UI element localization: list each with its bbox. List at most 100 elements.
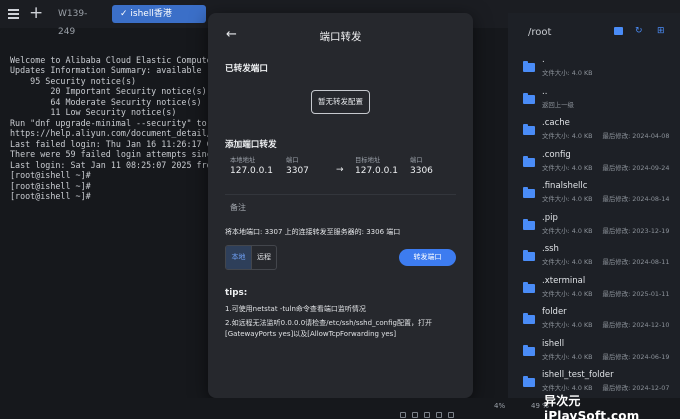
port-forward-dialog: ← 端口转发 已转发端口 暂无转发配置 添加端口转发 本地地址 127.0.0.… <box>208 13 473 398</box>
file-size-prefix: 文件大小: <box>542 163 572 172</box>
forward-summary: 将本地端口: 3307 上的连接转发至服务器的: 3306 端口 <box>225 228 401 236</box>
empty-forwards-button[interactable]: 暂无转发配置 <box>311 90 370 114</box>
file-list-item[interactable]: .finalshellc 文件大小: 4.0 KB 最后修改: 2024-08-14 <box>508 179 680 210</box>
cpu-usage: 4% <box>494 402 506 410</box>
folder-icon <box>523 218 535 230</box>
status-icon[interactable] <box>424 412 430 418</box>
status-icon[interactable] <box>448 412 454 418</box>
add-forward-heading: 添加端口转发 <box>225 140 277 150</box>
status-icons <box>400 403 490 418</box>
file-size-prefix: 文件大小: <box>542 226 572 235</box>
local-port-input[interactable]: 3307 <box>286 166 309 176</box>
file-size: 4.0 KB <box>571 352 593 361</box>
file-modified: 最后修改: 2025-01-11 <box>602 289 670 298</box>
file-meta: 文件大小: 4.0 KB 最后修改: 2024-08-14 <box>542 194 669 203</box>
file-list-item[interactable]: .cache 文件大小: 4.0 KB 最后修改: 2024-04-08 <box>508 116 680 147</box>
file-name: .pip <box>542 212 558 223</box>
file-size-prefix: 文件大小: <box>542 258 572 266</box>
file-list-item[interactable]: folder 文件大小: 4.0 KB 最后修改: 2024-12-10 <box>508 305 680 336</box>
file-size: 4.0 KB <box>571 226 593 235</box>
mode-toggle: 本地 远程 <box>225 245 277 270</box>
file-list-item[interactable]: . 文件大小: 4.0 KB <box>508 53 680 84</box>
folder-icon <box>523 92 535 104</box>
file-size: 返回上一级 <box>542 100 574 109</box>
file-modified: 最后修改: 2024-09-24 <box>602 163 670 172</box>
file-meta: 文件大小: 4.0 KB 最后修改: 2024-12-07 <box>542 383 669 392</box>
file-size-prefix: 文件大小: <box>542 384 572 392</box>
arrow-right-icon: → <box>336 165 344 175</box>
file-meta: 文件大小: 4.0 KB 最后修改: 2023-12-19 <box>542 226 669 235</box>
file-modified: 最后修改: 2024-12-10 <box>602 321 670 329</box>
file-name: .finalshellc <box>542 181 588 191</box>
file-list-item[interactable]: .xterminal 文件大小: 4.0 KB 最后修改: 2025-01-11 <box>508 274 680 305</box>
file-list-item[interactable]: .pip 文件大小: 4.0 KB 最后修改: 2023-12-19 <box>508 211 680 242</box>
file-name: .config <box>542 149 571 160</box>
tab-label: ishell香港 <box>130 9 172 19</box>
file-name: ishell_test_folder <box>542 370 614 380</box>
file-modified: 最后修改: 2024-04-08 <box>602 132 670 140</box>
file-name: .ssh <box>542 244 559 254</box>
folder-icon <box>523 250 535 261</box>
folder-icon <box>523 61 535 72</box>
target-addr-label: 目标地址 <box>355 157 381 164</box>
file-panel: /root ↻ ⊞ . 文件大小: 4.0 KB.. 返回上一级 .cache 文件大小… <box>508 13 680 398</box>
tip-2: 2.如远程无法监听0.0.0.0请检查/etc/ssh/sshd_config配… <box>225 319 432 338</box>
folder-icon <box>523 155 535 167</box>
file-path[interactable]: /root <box>528 27 551 38</box>
watermark: 异次元 iPlaySoft.com <box>544 394 640 419</box>
target-addr-input[interactable]: 127.0.0.1 <box>355 166 398 176</box>
file-size: 文件大小: 4.0 KB <box>542 69 593 77</box>
local-port-label: 端口 <box>286 157 299 164</box>
note-field[interactable]: 备注 <box>225 194 456 220</box>
file-meta: 文件大小: 4.0 KB 最后修改: 2024-12-10 <box>542 320 669 329</box>
file-name: .xterminal <box>542 275 586 286</box>
folder-icon <box>523 376 535 387</box>
file-size-prefix: 文件大小: <box>542 195 572 203</box>
file-modified: 最后修改: 2024-08-11 <box>602 258 670 266</box>
status-icon[interactable] <box>412 412 418 418</box>
file-size: 4.0 KB <box>571 132 593 140</box>
file-size-prefix: 文件大小: <box>542 289 572 298</box>
file-list-item[interactable]: .ssh 文件大小: 4.0 KB 最后修改: 2024-08-11 <box>508 242 680 273</box>
file-list-item[interactable]: .config 文件大小: 4.0 KB 最后修改: 2024-09-24 <box>508 148 680 179</box>
status-icon[interactable] <box>400 412 406 418</box>
file-meta: 文件大小: 4.0 KB 最后修改: 2024-04-08 <box>542 131 669 140</box>
note-placeholder: 备注 <box>230 203 246 212</box>
dialog-title: 端口转发 <box>319 31 362 43</box>
forward-port-button[interactable]: 转发端口 <box>399 249 456 266</box>
refresh-icon[interactable]: ↻ <box>635 27 644 36</box>
folder-icon <box>523 344 535 356</box>
mode-remote-button[interactable]: 远程 <box>250 246 276 269</box>
file-name: . <box>542 55 545 65</box>
folder-icon <box>523 187 535 198</box>
file-list-item[interactable]: ishell 文件大小: 4.0 KB 最后修改: 2024-06-19 <box>508 337 680 368</box>
check-icon: ✓ <box>120 9 131 19</box>
file-size: 4.0 KB <box>571 195 593 203</box>
new-file-icon[interactable]: ⊞ <box>657 27 666 36</box>
target-port-label: 端口 <box>410 157 423 164</box>
file-name: folder <box>542 307 567 317</box>
local-addr-input[interactable]: 127.0.0.1 <box>230 166 273 176</box>
folder-icon[interactable] <box>614 27 623 35</box>
file-meta: 文件大小: 4.0 KB <box>542 68 593 77</box>
add-tab-icon[interactable]: + <box>29 3 43 23</box>
file-size-prefix: 文件大小: <box>542 132 572 140</box>
mode-local-button[interactable]: 本地 <box>226 246 251 269</box>
local-addr-label: 本地地址 <box>230 157 256 164</box>
file-name: .. <box>542 86 548 97</box>
tab-ishell[interactable]: ✓ ishell香港 <box>112 5 206 23</box>
file-modified: 最后修改: 2024-12-07 <box>602 384 670 392</box>
folder-icon <box>523 313 535 324</box>
file-meta: 返回上一级 <box>542 100 574 109</box>
file-modified: 最后修改: 2024-08-14 <box>602 195 670 203</box>
menu-icon[interactable] <box>8 9 19 19</box>
tab-w139[interactable]: W139-249 <box>50 5 108 37</box>
file-meta: 文件大小: 4.0 KB 最后修改: 2024-09-24 <box>542 163 669 172</box>
tip-1: 1.可使用netstat -tuln命令查看端口监听情况 <box>225 305 366 313</box>
file-list-item[interactable]: .. 返回上一级 <box>508 85 680 116</box>
target-port-input[interactable]: 3306 <box>410 166 433 176</box>
file-name: ishell <box>542 338 565 349</box>
status-icon[interactable] <box>436 412 442 418</box>
file-meta: 文件大小: 4.0 KB 最后修改: 2024-08-11 <box>542 257 669 266</box>
file-modified: 最后修改: 2023-12-19 <box>602 226 670 235</box>
